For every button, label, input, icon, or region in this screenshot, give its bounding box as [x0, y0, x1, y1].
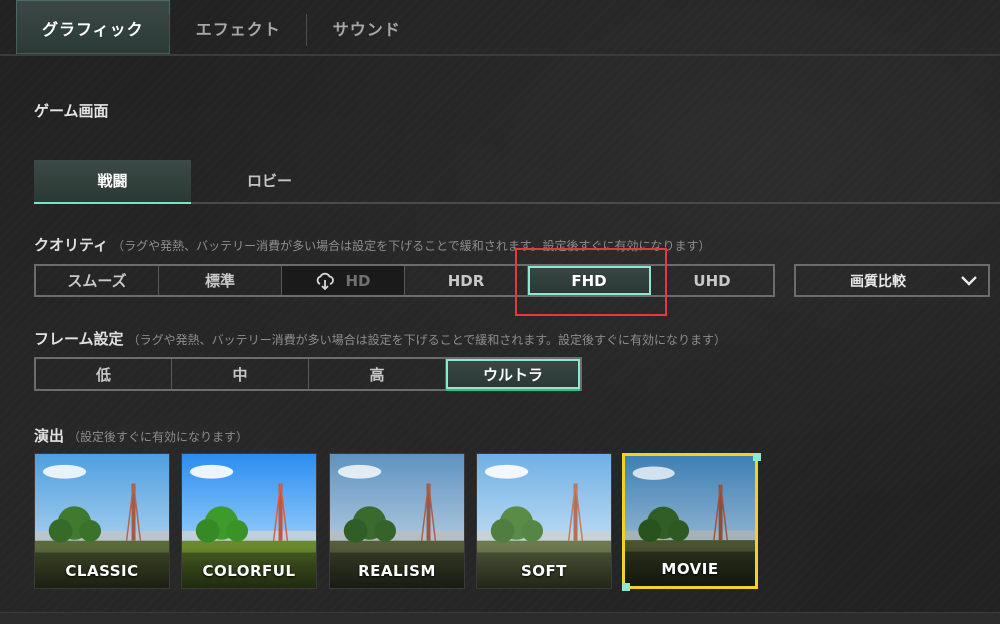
selected-corner-marker [753, 453, 761, 461]
section-title: ゲーム画面 [34, 102, 109, 120]
quality-option-smooth[interactable]: スムーズ [36, 266, 159, 295]
frame-label: フレーム設定 （ラグや発熱、バッテリー消費が多い場合は設定を下げることで緩和されま… [34, 328, 726, 349]
style-option-label: CLASSIC [35, 546, 169, 588]
frame-option-low[interactable]: 低 [36, 359, 172, 389]
frame-option-ultra[interactable]: ウルトラ [446, 359, 580, 391]
style-option-soft[interactable]: SOFT [476, 453, 612, 589]
quality-label-text: クオリティ [34, 236, 109, 254]
highlight-box [515, 248, 667, 316]
style-option-classic[interactable]: CLASSIC [34, 453, 170, 589]
tab-battle[interactable]: 戦闘 [34, 160, 191, 204]
frame-hint: （ラグや発熱、バッテリー消費が多い場合は設定を下げることで緩和されます。設定後す… [127, 333, 727, 347]
cloud-download-icon [317, 272, 335, 290]
style-option-label: MOVIE [625, 544, 755, 586]
style-label-text: 演出 [34, 427, 65, 445]
tab-effects[interactable]: エフェクト [170, 0, 307, 54]
tab-lobby[interactable]: ロビー [191, 160, 348, 202]
style-hint: （設定後すぐに有効になります） [68, 430, 249, 444]
frame-option-medium[interactable]: 中 [172, 359, 309, 389]
style-option-realism[interactable]: REALISM [329, 453, 465, 589]
selected-underline [446, 389, 580, 391]
frame-label-text: フレーム設定 [34, 330, 124, 348]
quality-option-hd[interactable]: HD [282, 266, 405, 295]
style-option-label: SOFT [477, 546, 611, 588]
style-option-label: REALISM [330, 546, 464, 588]
style-label: 演出 （設定後すぐに有効になります） [34, 425, 248, 446]
style-option-colorful[interactable]: COLORFUL [181, 453, 317, 589]
frame-selector: 低 中 高 ウルトラ [34, 357, 582, 391]
sub-tab-bar: 戦闘 ロビー [34, 160, 1000, 204]
tab-graphics[interactable]: グラフィック [16, 0, 170, 56]
top-tab-bar: グラフィック エフェクト サウンド [16, 0, 427, 56]
compare-label: 画質比較 [850, 273, 906, 290]
quality-option-standard[interactable]: 標準 [159, 266, 282, 295]
style-option-movie[interactable]: MOVIE [622, 453, 758, 589]
bottom-divider [0, 612, 1000, 624]
quality-option-hd-label: HD [345, 271, 371, 290]
style-option-label: COLORFUL [182, 546, 316, 588]
frame-option-ultra-label: ウルトラ [482, 365, 543, 384]
quality-option-hdr[interactable]: HDR [405, 266, 528, 295]
selected-corner-marker [622, 583, 630, 591]
divider [0, 54, 1000, 56]
quality-option-uhd[interactable]: UHD [651, 266, 773, 295]
frame-option-high[interactable]: 高 [309, 359, 446, 389]
tab-sound[interactable]: サウンド [307, 0, 427, 54]
chevron-down-icon [961, 275, 977, 286]
quality-compare-dropdown[interactable]: 画質比較 [794, 264, 990, 297]
